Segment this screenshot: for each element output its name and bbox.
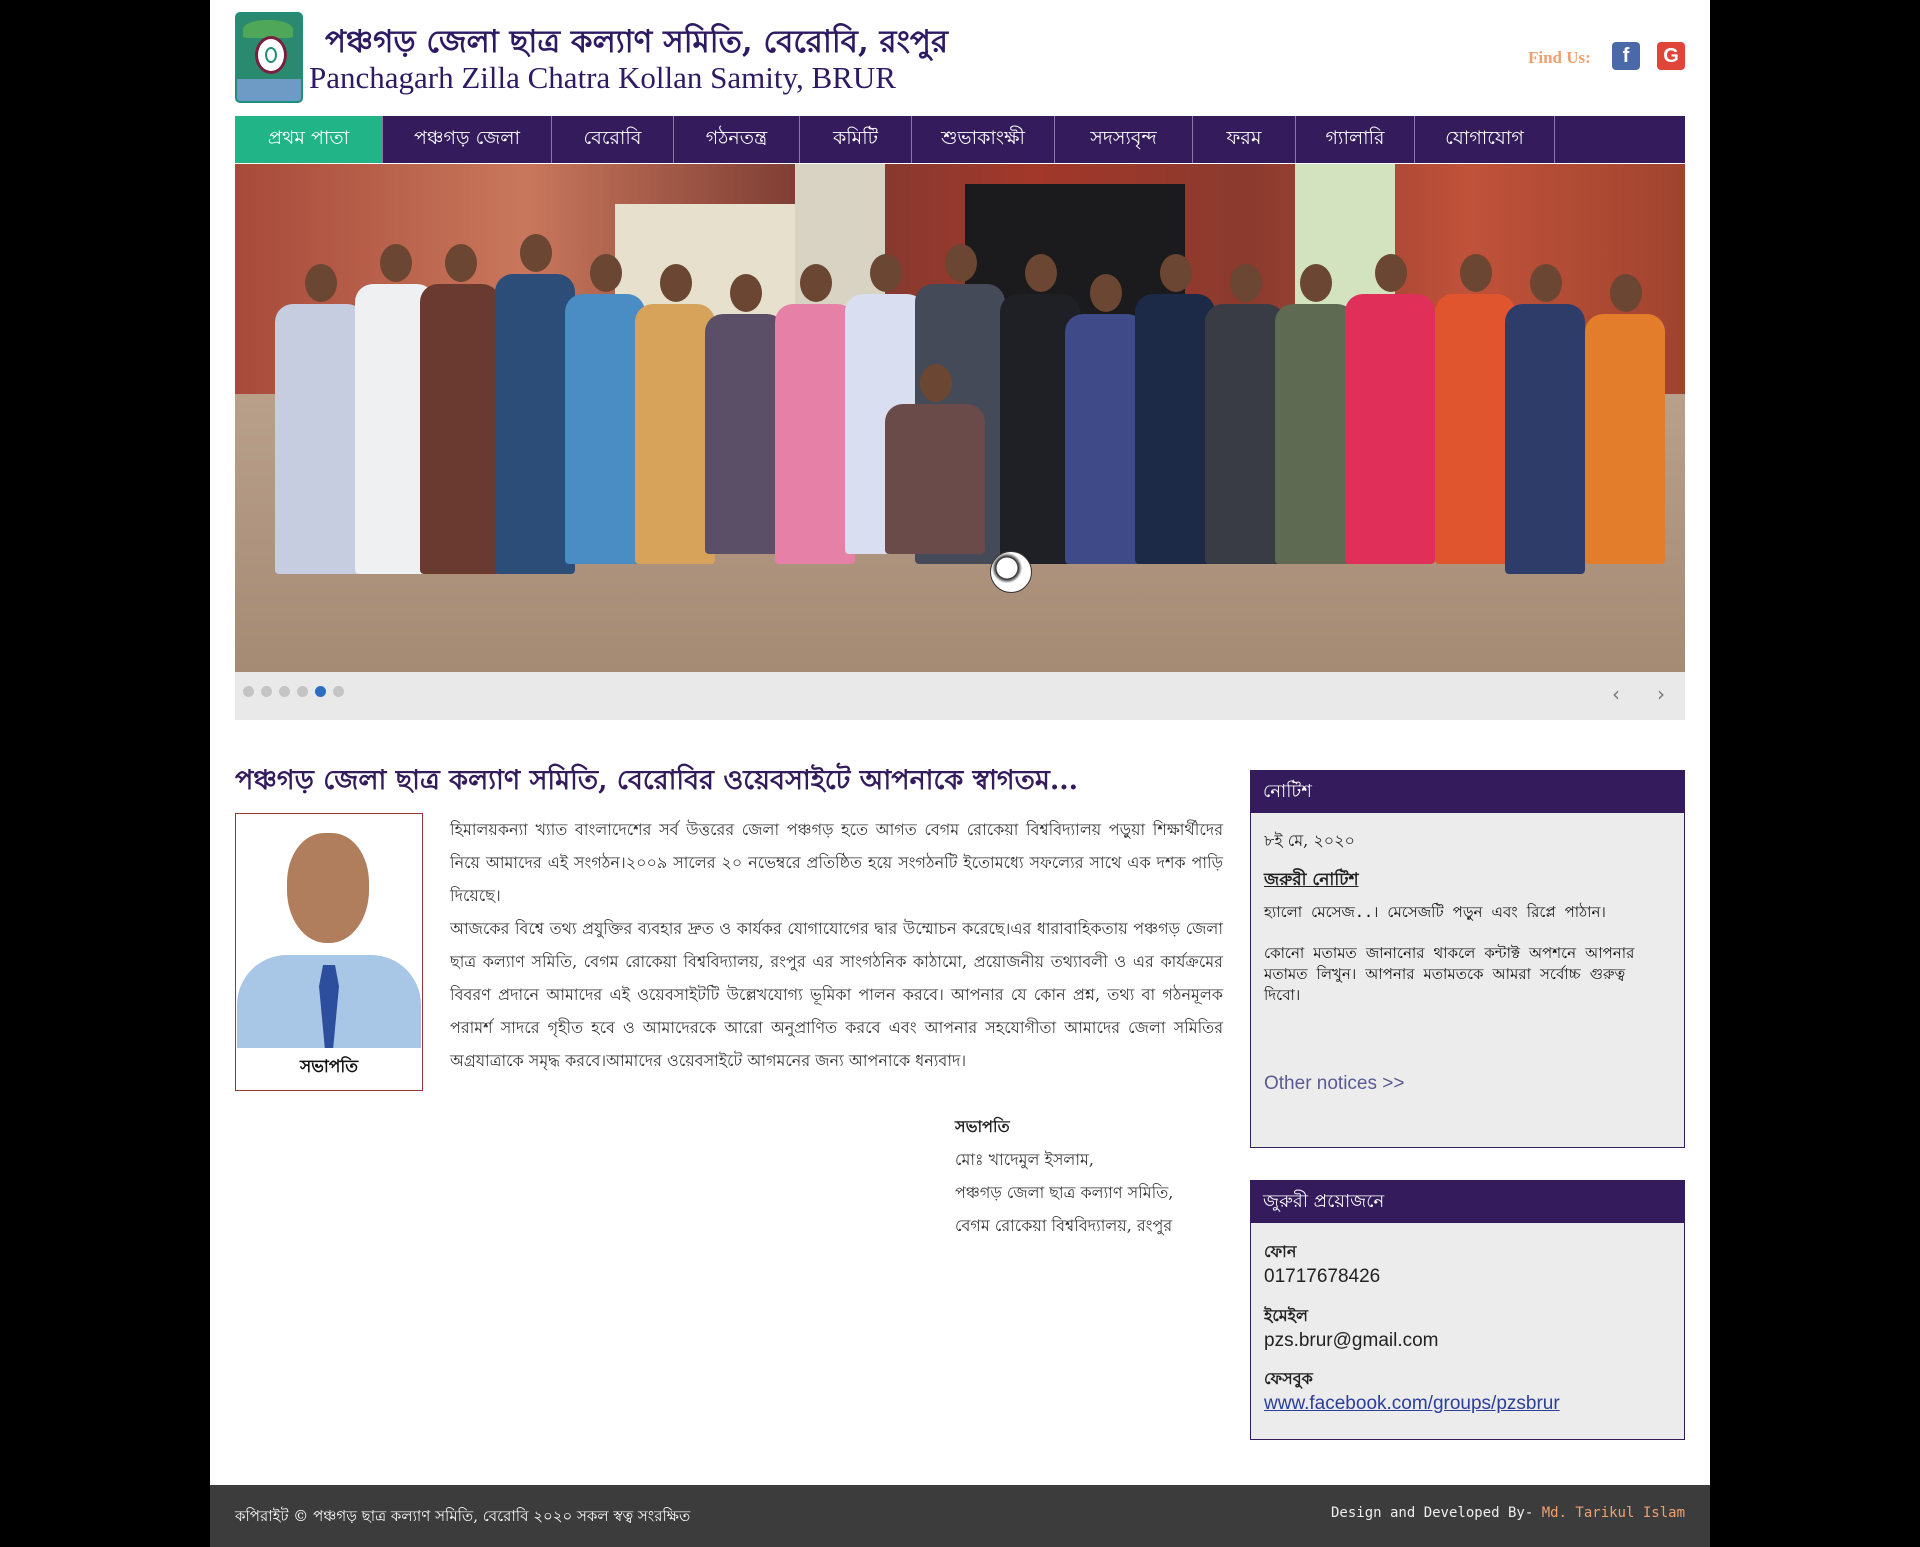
nav-item-members[interactable]: সদস্যবৃন্দ (1055, 116, 1193, 163)
president-card: সভাপতি (235, 813, 423, 1091)
president-caption: সভাপতি (300, 1057, 358, 1077)
nav-item-panchagarh[interactable]: পঞ্চগড় জেলা (383, 116, 552, 163)
president-photo (237, 815, 421, 1048)
email-value: pzs.brur@gmail.com (1264, 1330, 1439, 1351)
slider-controls: ‹ › (235, 672, 1685, 720)
nav-item-committee[interactable]: কমিটি (800, 116, 912, 163)
nav-item-contact[interactable]: যোগাযোগ (1415, 116, 1555, 163)
copyright-text: কপিরাইট © পঞ্চগড় ছাত্র কল্যাণ সমিতি, বে… (235, 1507, 691, 1525)
developer-name-link[interactable]: Md. Tarikul Islam (1542, 1505, 1685, 1521)
contact-panel: জুরুরী প্রয়োজনে ফোন 01717678426 ইমেইল p… (1250, 1180, 1685, 1440)
nav-item-gallery[interactable]: গ্যালারি (1296, 116, 1415, 163)
nav-item-constitution[interactable]: গঠনতন্ত্র (674, 116, 800, 163)
nav-item-wellwishers[interactable]: শুভাকাংক্ষী (912, 116, 1055, 163)
slider-dot-4[interactable] (297, 686, 308, 697)
intro-paragraph-1: হিমালয়কন্যা খ্যাত বাংলাদেশের সর্ব উত্তর… (450, 820, 1223, 905)
notice-date: ৮ই মে, ২০২০ (1264, 831, 1355, 850)
notice-heading: নোটিশ (1251, 771, 1684, 813)
email-label: ইমেইল (1264, 1306, 1308, 1325)
slider-prev-icon[interactable]: ‹ (1612, 682, 1620, 706)
google-plus-icon[interactable]: G (1657, 42, 1685, 70)
intro-paragraph-2: আজকের বিশ্বে তথ্য প্রযুক্তির ব্যবহার দ্র… (450, 919, 1223, 1070)
notice-panel: নোটিশ ৮ই মে, ২০২০ জরুরী নোটিশ হ্যালো মেস… (1250, 770, 1685, 1148)
nav-item-home[interactable]: প্রথম পাতা (235, 116, 383, 163)
page-container: পঞ্চগড় জেলা ছাত্র কল্যাণ সমিতি, বেরোবি,… (210, 0, 1710, 1547)
phone-label: ফোন (1264, 1242, 1297, 1261)
phone-value: 01717678426 (1264, 1266, 1381, 1287)
facebook-group-link[interactable]: www.facebook.com/groups/pzsbrur (1264, 1393, 1560, 1415)
footer: কপিরাইট © পঞ্চগড় ছাত্র কল্যাণ সমিতি, বে… (210, 1485, 1710, 1547)
hero-slider-image[interactable] (235, 164, 1685, 672)
slider-pagination (243, 686, 344, 697)
signature-name: মোঃ খাদেমুল ইসলাম, (955, 1150, 1094, 1169)
president-signature: সভাপতি মোঃ খাদেমুল ইসলাম, পঞ্চগড় জেলা ছ… (955, 1110, 1173, 1242)
notice-title-link[interactable]: জরুরী নোটিশ (1264, 867, 1359, 895)
intro-text: হিমালয়কন্যা খ্যাত বাংলাদেশের সর্ব উত্তর… (450, 813, 1223, 1077)
notice-body: কোনো মতামত জানানোর থাকলে কন্টাক্ট অপশনে … (1264, 944, 1635, 1004)
signature-role: সভাপতি (955, 1117, 1010, 1136)
site-title-english: Panchagarh Zilla Chatra Kollan Samity, B… (309, 60, 896, 95)
find-us-label: Find Us: (1528, 48, 1591, 67)
slider-dot-6[interactable] (333, 686, 344, 697)
nav-item-brur[interactable]: বেরোবি (552, 116, 674, 163)
welcome-heading: পঞ্চগড় জেলা ছাত্র কল্যাণ সমিতি, বেরোবির… (235, 765, 1079, 796)
slider-next-icon[interactable]: › (1657, 682, 1665, 706)
facebook-icon[interactable]: f (1612, 42, 1640, 70)
notice-message: হ্যালো মেসেজ..। মেসেজটি পড়ুন এবং রিপ্লে… (1264, 903, 1606, 921)
football (990, 551, 1032, 593)
slider-dot-5[interactable] (315, 686, 326, 697)
slider-dot-3[interactable] (279, 686, 290, 697)
contact-heading: জুরুরী প্রয়োজনে (1251, 1181, 1684, 1223)
signature-org: পঞ্চগড় জেলা ছাত্র কল্যাণ সমিতি, (955, 1183, 1174, 1202)
signature-university: বেগম রোকেয়া বিশ্ববিদ্যালয়, রংপুর (955, 1216, 1173, 1235)
facebook-label: ফেসবুক (1264, 1369, 1313, 1388)
main-nav: প্রথম পাতা পঞ্চগড় জেলা বেরোবি গঠনতন্ত্র… (235, 116, 1685, 163)
developer-credit: Design and Developed By- Md. Tarikul Isl… (1331, 1505, 1685, 1521)
other-notices-link[interactable]: Other notices >> (1264, 1073, 1404, 1095)
slider-dot-2[interactable] (261, 686, 272, 697)
developer-prefix: Design and Developed By- (1330, 1505, 1542, 1521)
nav-item-form[interactable]: ফরম (1193, 116, 1296, 163)
site-logo[interactable] (235, 12, 303, 103)
slider-dot-1[interactable] (243, 686, 254, 697)
